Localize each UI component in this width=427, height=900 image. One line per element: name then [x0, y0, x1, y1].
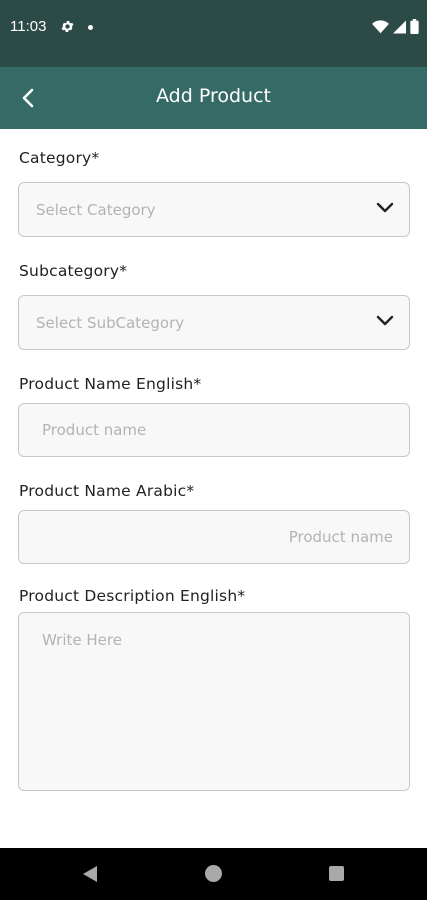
subcategory-placeholder: Select SubCategory: [36, 314, 185, 332]
category-select[interactable]: Select Category: [18, 182, 410, 237]
status-bar: 11:03: [0, 0, 427, 67]
subcategory-label: Subcategory*: [19, 262, 128, 280]
recents-square-icon[interactable]: [329, 866, 344, 881]
product-description-english-label: Product Description English*: [19, 587, 246, 605]
product-name-english-input[interactable]: Product name: [18, 403, 410, 457]
system-nav-bar: [0, 848, 427, 900]
back-triangle-icon[interactable]: [82, 865, 98, 883]
signal-icon: [393, 20, 406, 33]
gear-icon: [61, 21, 74, 32]
product-name-arabic-input[interactable]: Product name: [18, 510, 410, 564]
status-time: 11:03: [10, 18, 47, 35]
page-title: Add Product: [156, 85, 271, 107]
product-name-arabic-placeholder: Product name: [288, 528, 393, 546]
chevron-down-icon: [376, 315, 394, 326]
product-name-arabic-label: Product Name Arabic*: [19, 482, 195, 500]
chevron-down-icon: [376, 202, 394, 213]
category-placeholder: Select Category: [36, 201, 156, 219]
app-bar: Add Product: [0, 67, 427, 129]
product-name-english-label: Product Name English*: [19, 375, 202, 393]
category-label: Category*: [19, 149, 100, 167]
product-description-english-textarea[interactable]: Write Here: [18, 612, 410, 791]
wifi-icon: [372, 19, 389, 33]
product-description-english-placeholder: Write Here: [42, 631, 122, 649]
product-name-english-placeholder: Product name: [42, 421, 147, 439]
notification-dot-icon: [88, 25, 93, 30]
home-circle-icon[interactable]: [205, 865, 222, 882]
status-icons: [372, 19, 419, 34]
subcategory-select[interactable]: Select SubCategory: [18, 295, 410, 350]
battery-icon: [410, 19, 419, 34]
